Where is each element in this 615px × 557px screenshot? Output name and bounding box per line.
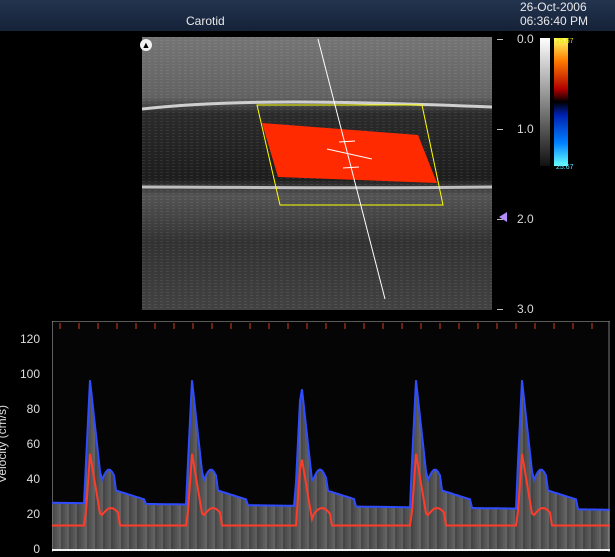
velocity-tick-label: 80 bbox=[26, 402, 40, 416]
velocity-strip bbox=[554, 38, 568, 166]
depth-label-3: 3.0 bbox=[517, 302, 534, 316]
depth-tick bbox=[497, 309, 503, 310]
velocity-tick-label: 0 bbox=[33, 542, 40, 556]
exam-time: 06:36:40 PM bbox=[519, 14, 588, 28]
focus-marker-icon bbox=[499, 212, 507, 222]
spectral-doppler-panel bbox=[52, 321, 610, 552]
header-bar: Carotid 26-Oct-2006 06:36:40 PM bbox=[0, 0, 615, 31]
probe-orientation-icon: ▲ bbox=[140, 39, 152, 51]
colorbar-min-label: 25.67 bbox=[556, 164, 574, 171]
colorbar-max-label: 25.67 bbox=[556, 38, 574, 45]
exam-date: 26-Oct-2006 bbox=[519, 0, 587, 14]
grayscale-strip bbox=[540, 38, 550, 166]
depth-label-0: 0.0 bbox=[517, 32, 534, 46]
color-velocity-bar: 25.67 25.67 bbox=[540, 38, 580, 174]
depth-tick bbox=[497, 39, 503, 40]
velocity-axis-label: Velocity (cm/s) bbox=[0, 404, 10, 484]
velocity-tick-label: 100 bbox=[19, 367, 40, 381]
velocity-tick-label: 20 bbox=[26, 507, 40, 521]
spectral-svg bbox=[52, 321, 610, 552]
depth-label-1: 1.0 bbox=[517, 122, 534, 136]
depth-label-2: 2.0 bbox=[517, 212, 534, 226]
exam-title: Carotid bbox=[186, 14, 225, 28]
bmode-svg bbox=[142, 37, 492, 310]
depth-tick bbox=[497, 129, 503, 130]
bmode-image bbox=[142, 37, 492, 310]
velocity-tick-label: 60 bbox=[26, 437, 40, 451]
date-time: 26-Oct-2006 06:36:40 PM bbox=[520, 0, 588, 28]
velocity-tick-label: 120 bbox=[19, 332, 40, 346]
velocity-tick-label: 40 bbox=[26, 472, 40, 486]
